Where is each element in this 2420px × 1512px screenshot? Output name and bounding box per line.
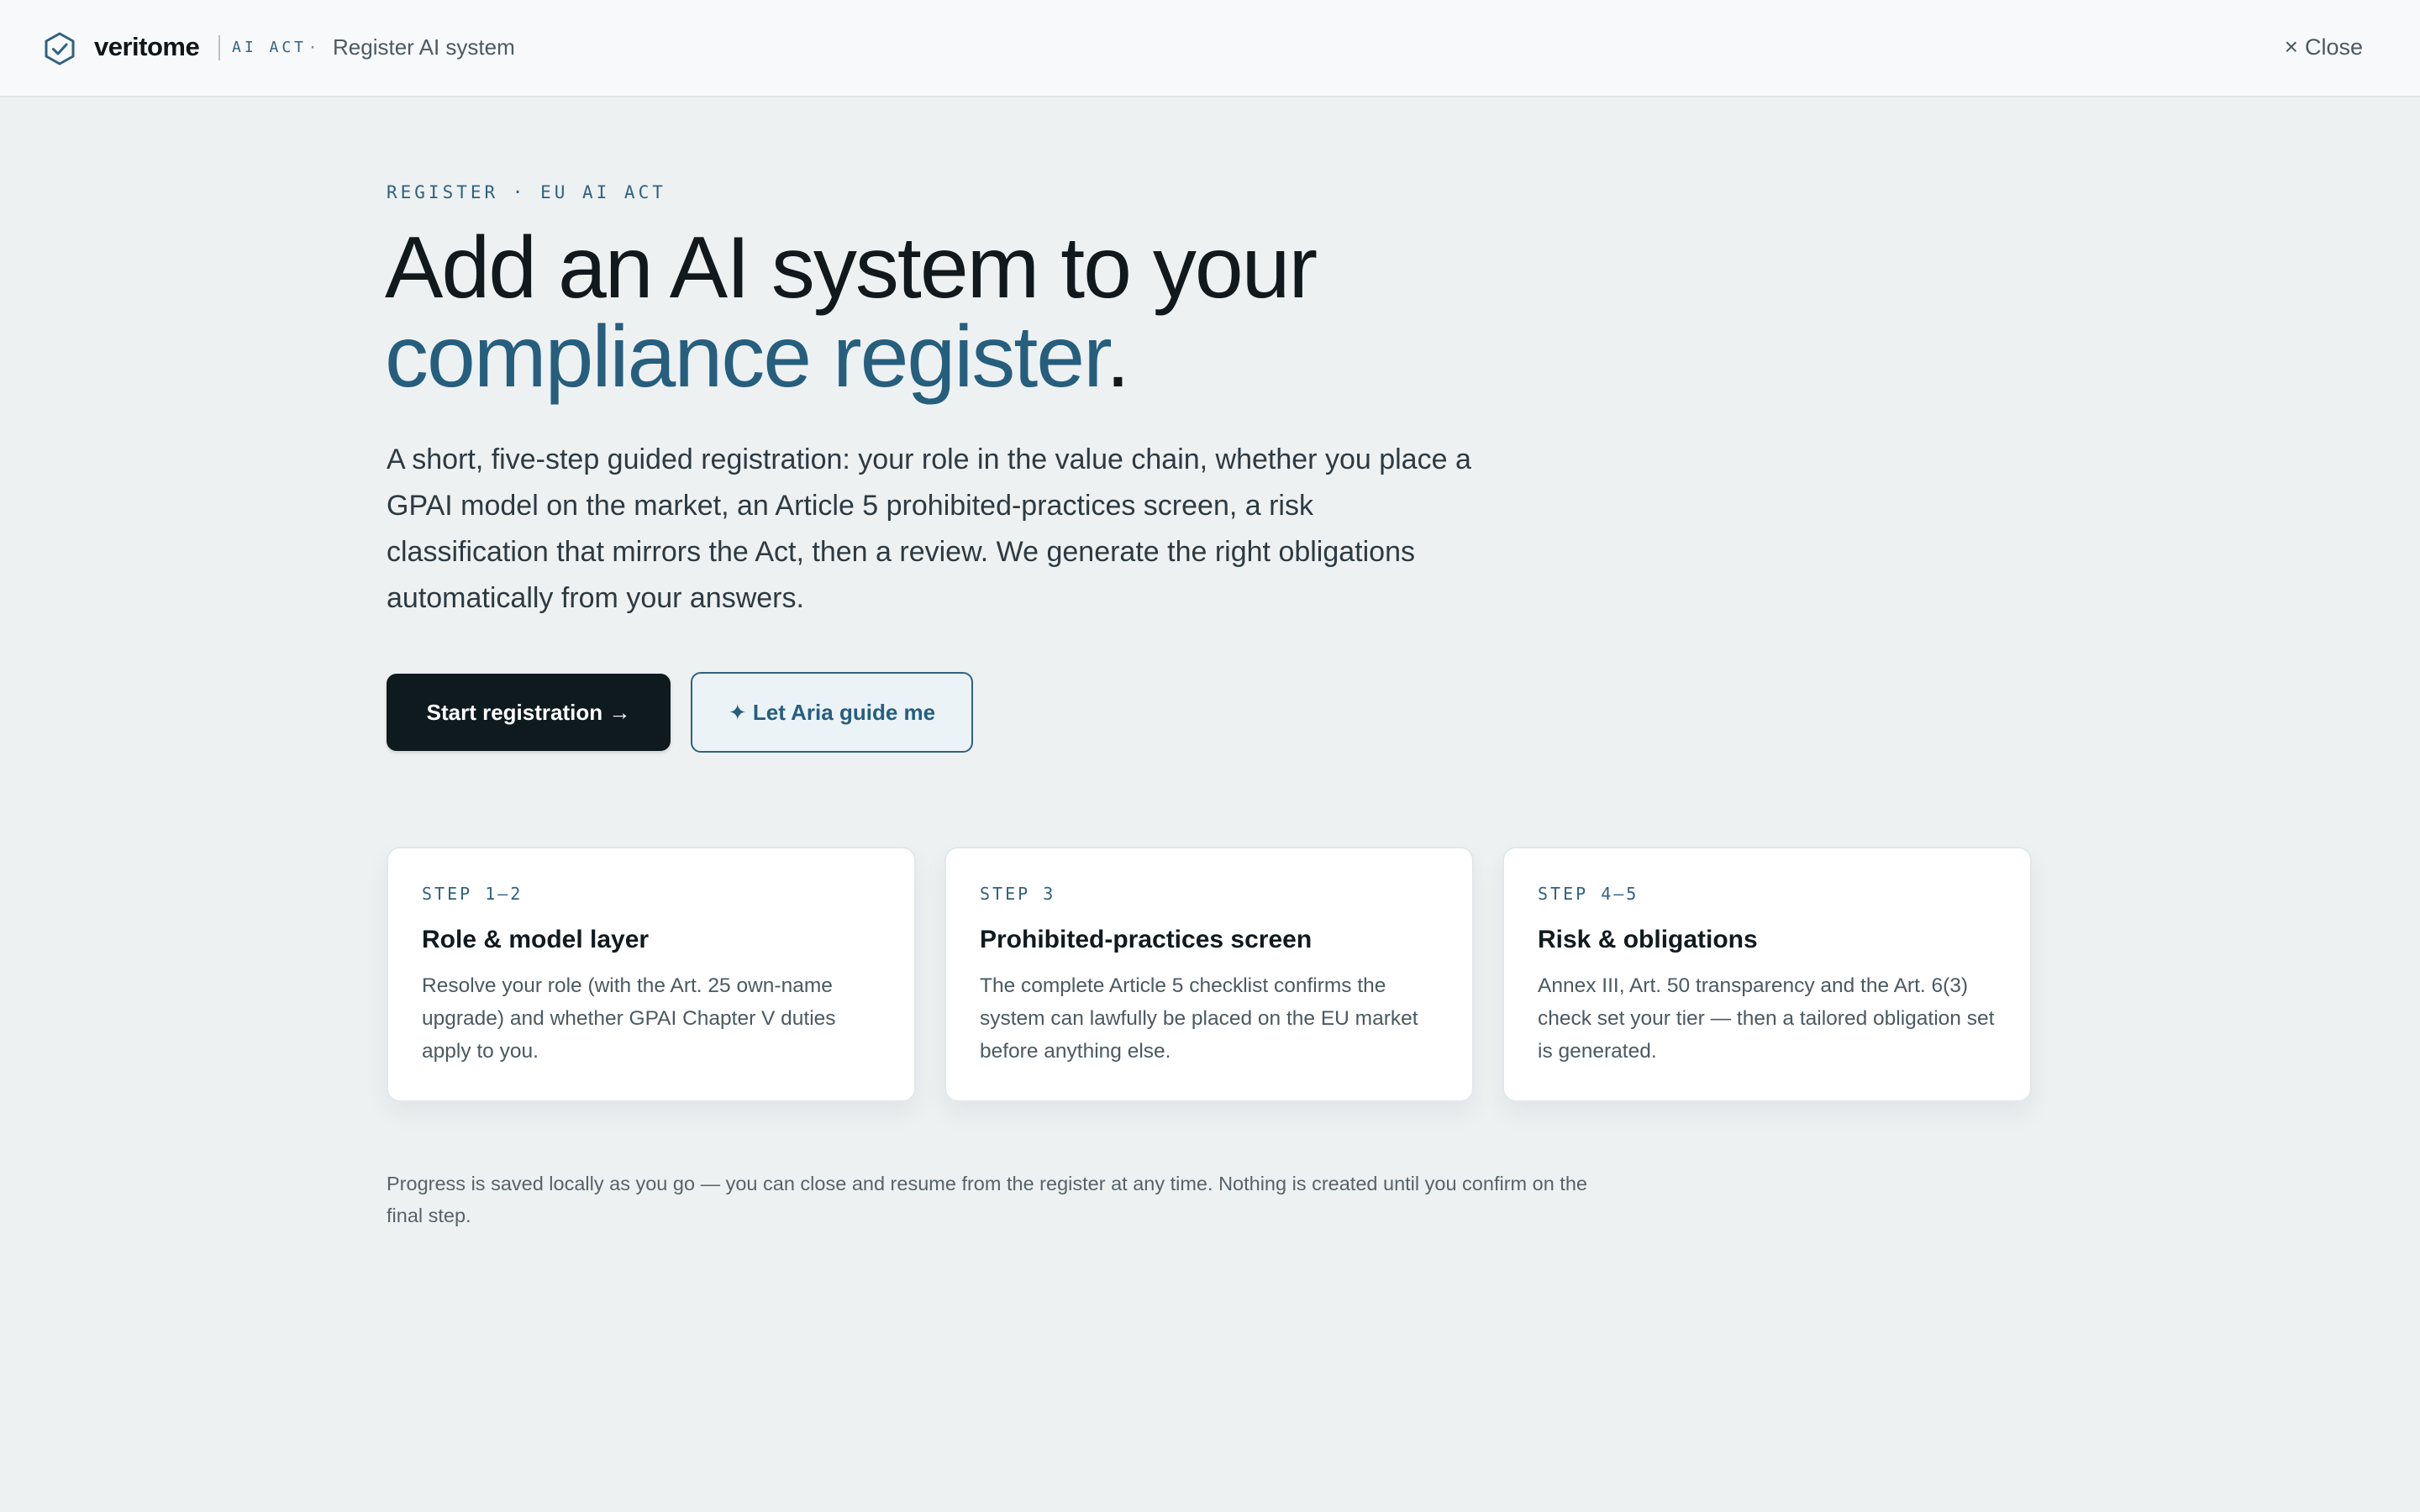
brand-name[interactable]: veritome xyxy=(94,30,200,64)
progress-note: Progress is saved locally as you go — yo… xyxy=(387,1173,1587,1226)
step-title: Prohibited-practices screen xyxy=(980,926,1313,953)
step-label: STEP 3 xyxy=(980,884,1056,904)
step-description: Resolve your role (with the Art. 25 own-… xyxy=(422,974,836,1063)
step-title: Role & model layer xyxy=(422,926,650,953)
step-card-risk: STEP 4–5 Risk & obligations Annex III, A… xyxy=(1502,847,2032,1102)
headline-period: . xyxy=(1105,308,1130,406)
close-icon: × xyxy=(2284,34,2298,60)
brand-divider xyxy=(218,35,220,60)
step-description: The complete Article 5 checklist confirm… xyxy=(980,974,1418,1063)
intro-paragraph: A short, five-step guided registration: … xyxy=(387,444,1471,614)
step-description: Annex III, Art. 50 transparency and the … xyxy=(1538,974,1995,1063)
start-registration-button[interactable]: Start registration → xyxy=(387,674,671,751)
headline-line-1: Add an AI system to your xyxy=(385,219,1318,317)
step-card-role: STEP 1–2 Role & model layer Resolve your… xyxy=(387,847,916,1102)
close-button[interactable]: × Close xyxy=(2285,30,2363,64)
page-title: Register AI system xyxy=(333,34,515,60)
step-label: STEP 4–5 xyxy=(1538,884,1639,904)
product-tag: AI ACT xyxy=(232,39,308,56)
close-label: Close xyxy=(2304,34,2363,60)
headline-accent: compliance register xyxy=(385,308,1107,406)
step-label: STEP 1–2 xyxy=(422,884,523,904)
headline: Add an AI system to your compliance regi… xyxy=(385,223,1477,402)
step-card-prohibited: STEP 3 Prohibited-practices screen The c… xyxy=(944,847,1474,1102)
step-title: Risk & obligations xyxy=(1538,926,1758,953)
shield-check-icon xyxy=(45,32,75,66)
aria-guide-button[interactable]: ✦ Let Aria guide me xyxy=(691,672,973,753)
top-bar: veritome AI ACT · Register AI system × C… xyxy=(0,0,2420,97)
breadcrumb-separator: · xyxy=(309,35,316,58)
eyebrow-label: REGISTER · EU AI ACT xyxy=(387,182,666,202)
